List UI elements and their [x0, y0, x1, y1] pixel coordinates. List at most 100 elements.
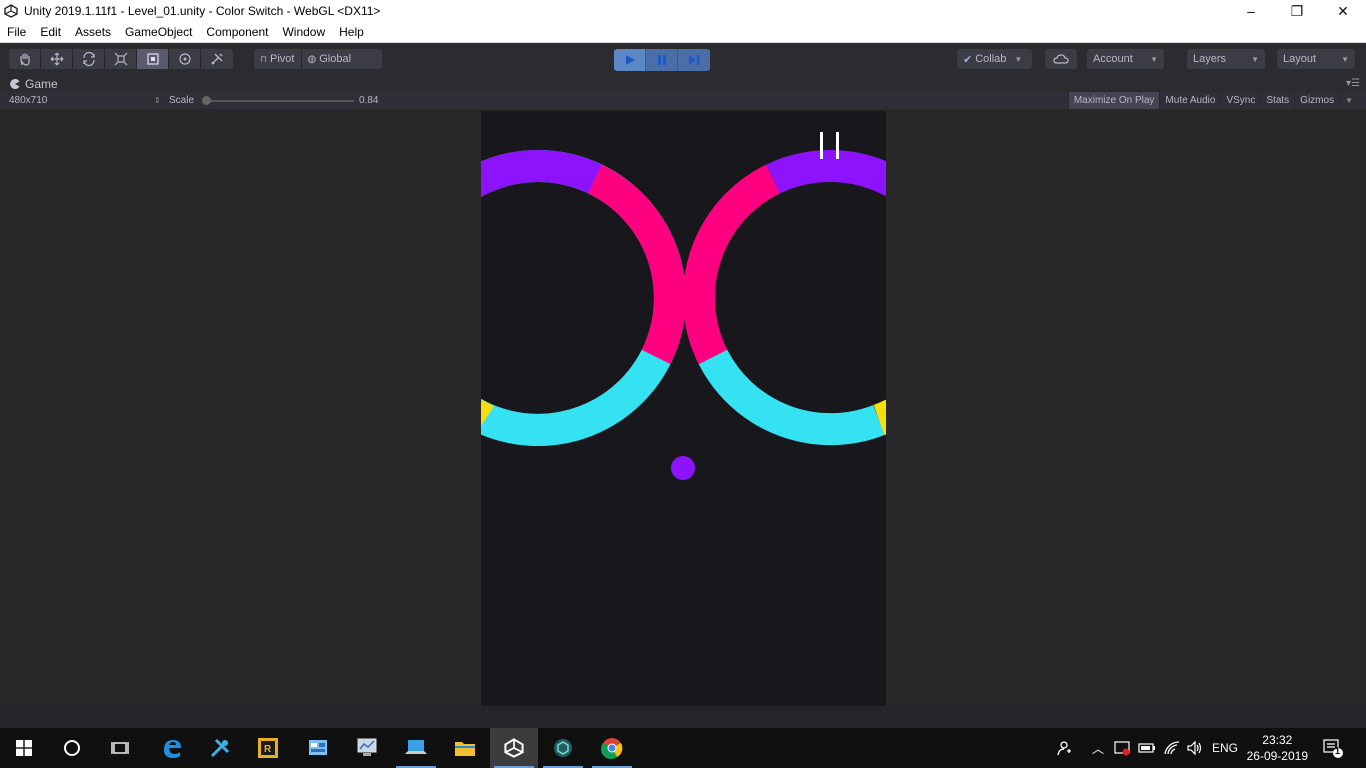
taskbar-unity-hub[interactable]	[539, 728, 587, 768]
hand-tool-button[interactable]	[9, 49, 41, 69]
close-button[interactable]: ✕	[1320, 0, 1366, 22]
taskbar-rider[interactable]: R	[244, 728, 292, 768]
move-tool-button[interactable]	[41, 49, 73, 69]
scale-value: 0.84	[359, 95, 379, 106]
taskbar-file-explorer[interactable]	[441, 728, 489, 768]
scale-tool-button[interactable]	[105, 49, 137, 69]
ring-purple-segment	[537, 150, 602, 194]
ring-yellow-segment	[481, 399, 494, 427]
rect-tool-button[interactable]	[137, 49, 169, 69]
cortana-button[interactable]	[48, 728, 96, 768]
taskbar-tools[interactable]	[196, 728, 244, 768]
menu-file[interactable]: File	[0, 25, 33, 39]
collab-label: Collab	[975, 53, 1007, 65]
global-toggle[interactable]: ◍ Global	[302, 49, 358, 69]
ring-pink-segment	[682, 164, 781, 365]
start-button[interactable]	[0, 728, 48, 768]
wifi-tray[interactable]	[1163, 728, 1181, 768]
people-icon	[1057, 741, 1071, 756]
layout-label: Layout	[1283, 53, 1317, 65]
chrome-icon	[601, 738, 623, 759]
pacman-icon	[10, 78, 20, 89]
move-icon	[50, 52, 63, 66]
vsync-toggle[interactable]: VSync	[1220, 92, 1260, 109]
scale-slider-track[interactable]	[204, 100, 354, 102]
editor-status-bar	[0, 706, 1366, 728]
pivot-icon: ⊓	[260, 53, 268, 64]
monitor-icon	[357, 738, 377, 756]
layout-dropdown[interactable]: Layout ▼	[1277, 49, 1355, 69]
ring-purple-segment	[829, 150, 886, 197]
menu-assets[interactable]: Assets	[68, 25, 118, 39]
resolution-dropdown[interactable]: 480x710	[9, 95, 47, 106]
custom-tool-button[interactable]	[201, 49, 233, 69]
tab-game[interactable]: Game	[0, 77, 58, 91]
rotate-tool-button[interactable]	[73, 49, 105, 69]
maximize-on-play-toggle[interactable]: Maximize On Play	[1067, 92, 1160, 109]
notification-count: 1	[1335, 746, 1341, 756]
action-center-button[interactable]: 1	[1322, 728, 1344, 768]
menu-edit[interactable]: Edit	[33, 25, 68, 39]
taskbar-unity[interactable]	[490, 728, 538, 768]
menu-window[interactable]: Window	[275, 25, 332, 39]
taskbar-remote-desktop[interactable]	[392, 728, 440, 768]
editor-toolbar: ⊓ Pivot ◍ Global ✔ Collab ▼ Account ▼ La…	[0, 43, 1366, 75]
player-ball	[671, 456, 695, 480]
menu-component[interactable]: Component	[199, 25, 275, 39]
windows-taskbar: R ︿ ENG 23:32 26-09-2019 1	[0, 728, 1366, 768]
window-title: Unity 2019.1.11f1 - Level_01.unity - Col…	[24, 4, 381, 18]
scale-slider-handle[interactable]	[202, 96, 211, 105]
control-panel-icon	[309, 740, 327, 755]
globe-icon: ◍	[307, 53, 317, 65]
language-indicator[interactable]: ENG	[1212, 728, 1238, 768]
transform-icon	[178, 53, 191, 65]
stats-toggle[interactable]: Stats	[1260, 92, 1294, 109]
global-label: Global	[319, 53, 352, 65]
gizmos-dropdown[interactable]: Gizmos	[1294, 92, 1339, 109]
step-button[interactable]	[678, 49, 710, 71]
minimize-button[interactable]: –	[1228, 0, 1274, 22]
taskbar-control-panel[interactable]	[294, 728, 342, 768]
battery-tray[interactable]	[1138, 728, 1156, 768]
mute-audio-toggle[interactable]: Mute Audio	[1159, 92, 1220, 109]
game-tab-label: Game	[25, 76, 58, 91]
play-icon	[625, 55, 635, 65]
taskbar-chrome[interactable]	[588, 728, 636, 768]
wifi-icon	[1164, 741, 1180, 755]
play-button[interactable]	[614, 49, 646, 71]
people-button[interactable]	[1054, 728, 1072, 768]
pause-icon	[657, 55, 666, 65]
menu-help[interactable]: Help	[332, 25, 371, 39]
cloud-button[interactable]	[1045, 49, 1077, 69]
clock-time: 23:32	[1262, 733, 1293, 747]
pivot-toggle[interactable]: ⊓ Pivot	[254, 49, 302, 69]
game-tab-header: Game ▾☰	[0, 75, 1366, 92]
taskbar-clock[interactable]: 23:32 26-09-2019	[1247, 732, 1308, 764]
hand-icon	[19, 53, 30, 66]
show-hidden-icons-button[interactable]: ︿	[1092, 728, 1104, 768]
volume-tray[interactable]	[1186, 728, 1204, 768]
taskbar-edge[interactable]	[148, 728, 196, 768]
step-icon	[689, 55, 700, 65]
notification-icon	[1323, 739, 1343, 758]
layers-label: Layers	[1193, 53, 1227, 65]
account-dropdown[interactable]: Account ▼	[1087, 49, 1164, 69]
collab-dropdown[interactable]: ✔ Collab ▼	[957, 49, 1032, 69]
chevron-down-icon: ▼	[1341, 54, 1349, 64]
edge-icon	[164, 740, 181, 758]
network-alert-tray[interactable]	[1113, 728, 1131, 768]
menu-gameobject[interactable]: GameObject	[118, 25, 199, 39]
transform-tool-button[interactable]	[169, 49, 201, 69]
ring-cyan-segment	[481, 349, 671, 446]
tab-menu-icon[interactable]: ▾☰	[1346, 78, 1360, 89]
pause-button[interactable]	[646, 49, 678, 71]
folder-icon	[455, 742, 475, 756]
maximize-button[interactable]: ❐	[1274, 0, 1320, 22]
chevron-down-icon: ▼	[1014, 54, 1023, 64]
right-color-ring	[682, 150, 886, 446]
menu-bar: File Edit Assets GameObject Component Wi…	[0, 22, 1366, 43]
task-view-button[interactable]	[96, 728, 144, 768]
taskbar-monitor-app[interactable]	[343, 728, 391, 768]
game-viewport[interactable]	[481, 111, 886, 706]
layers-dropdown[interactable]: Layers ▼	[1187, 49, 1265, 69]
